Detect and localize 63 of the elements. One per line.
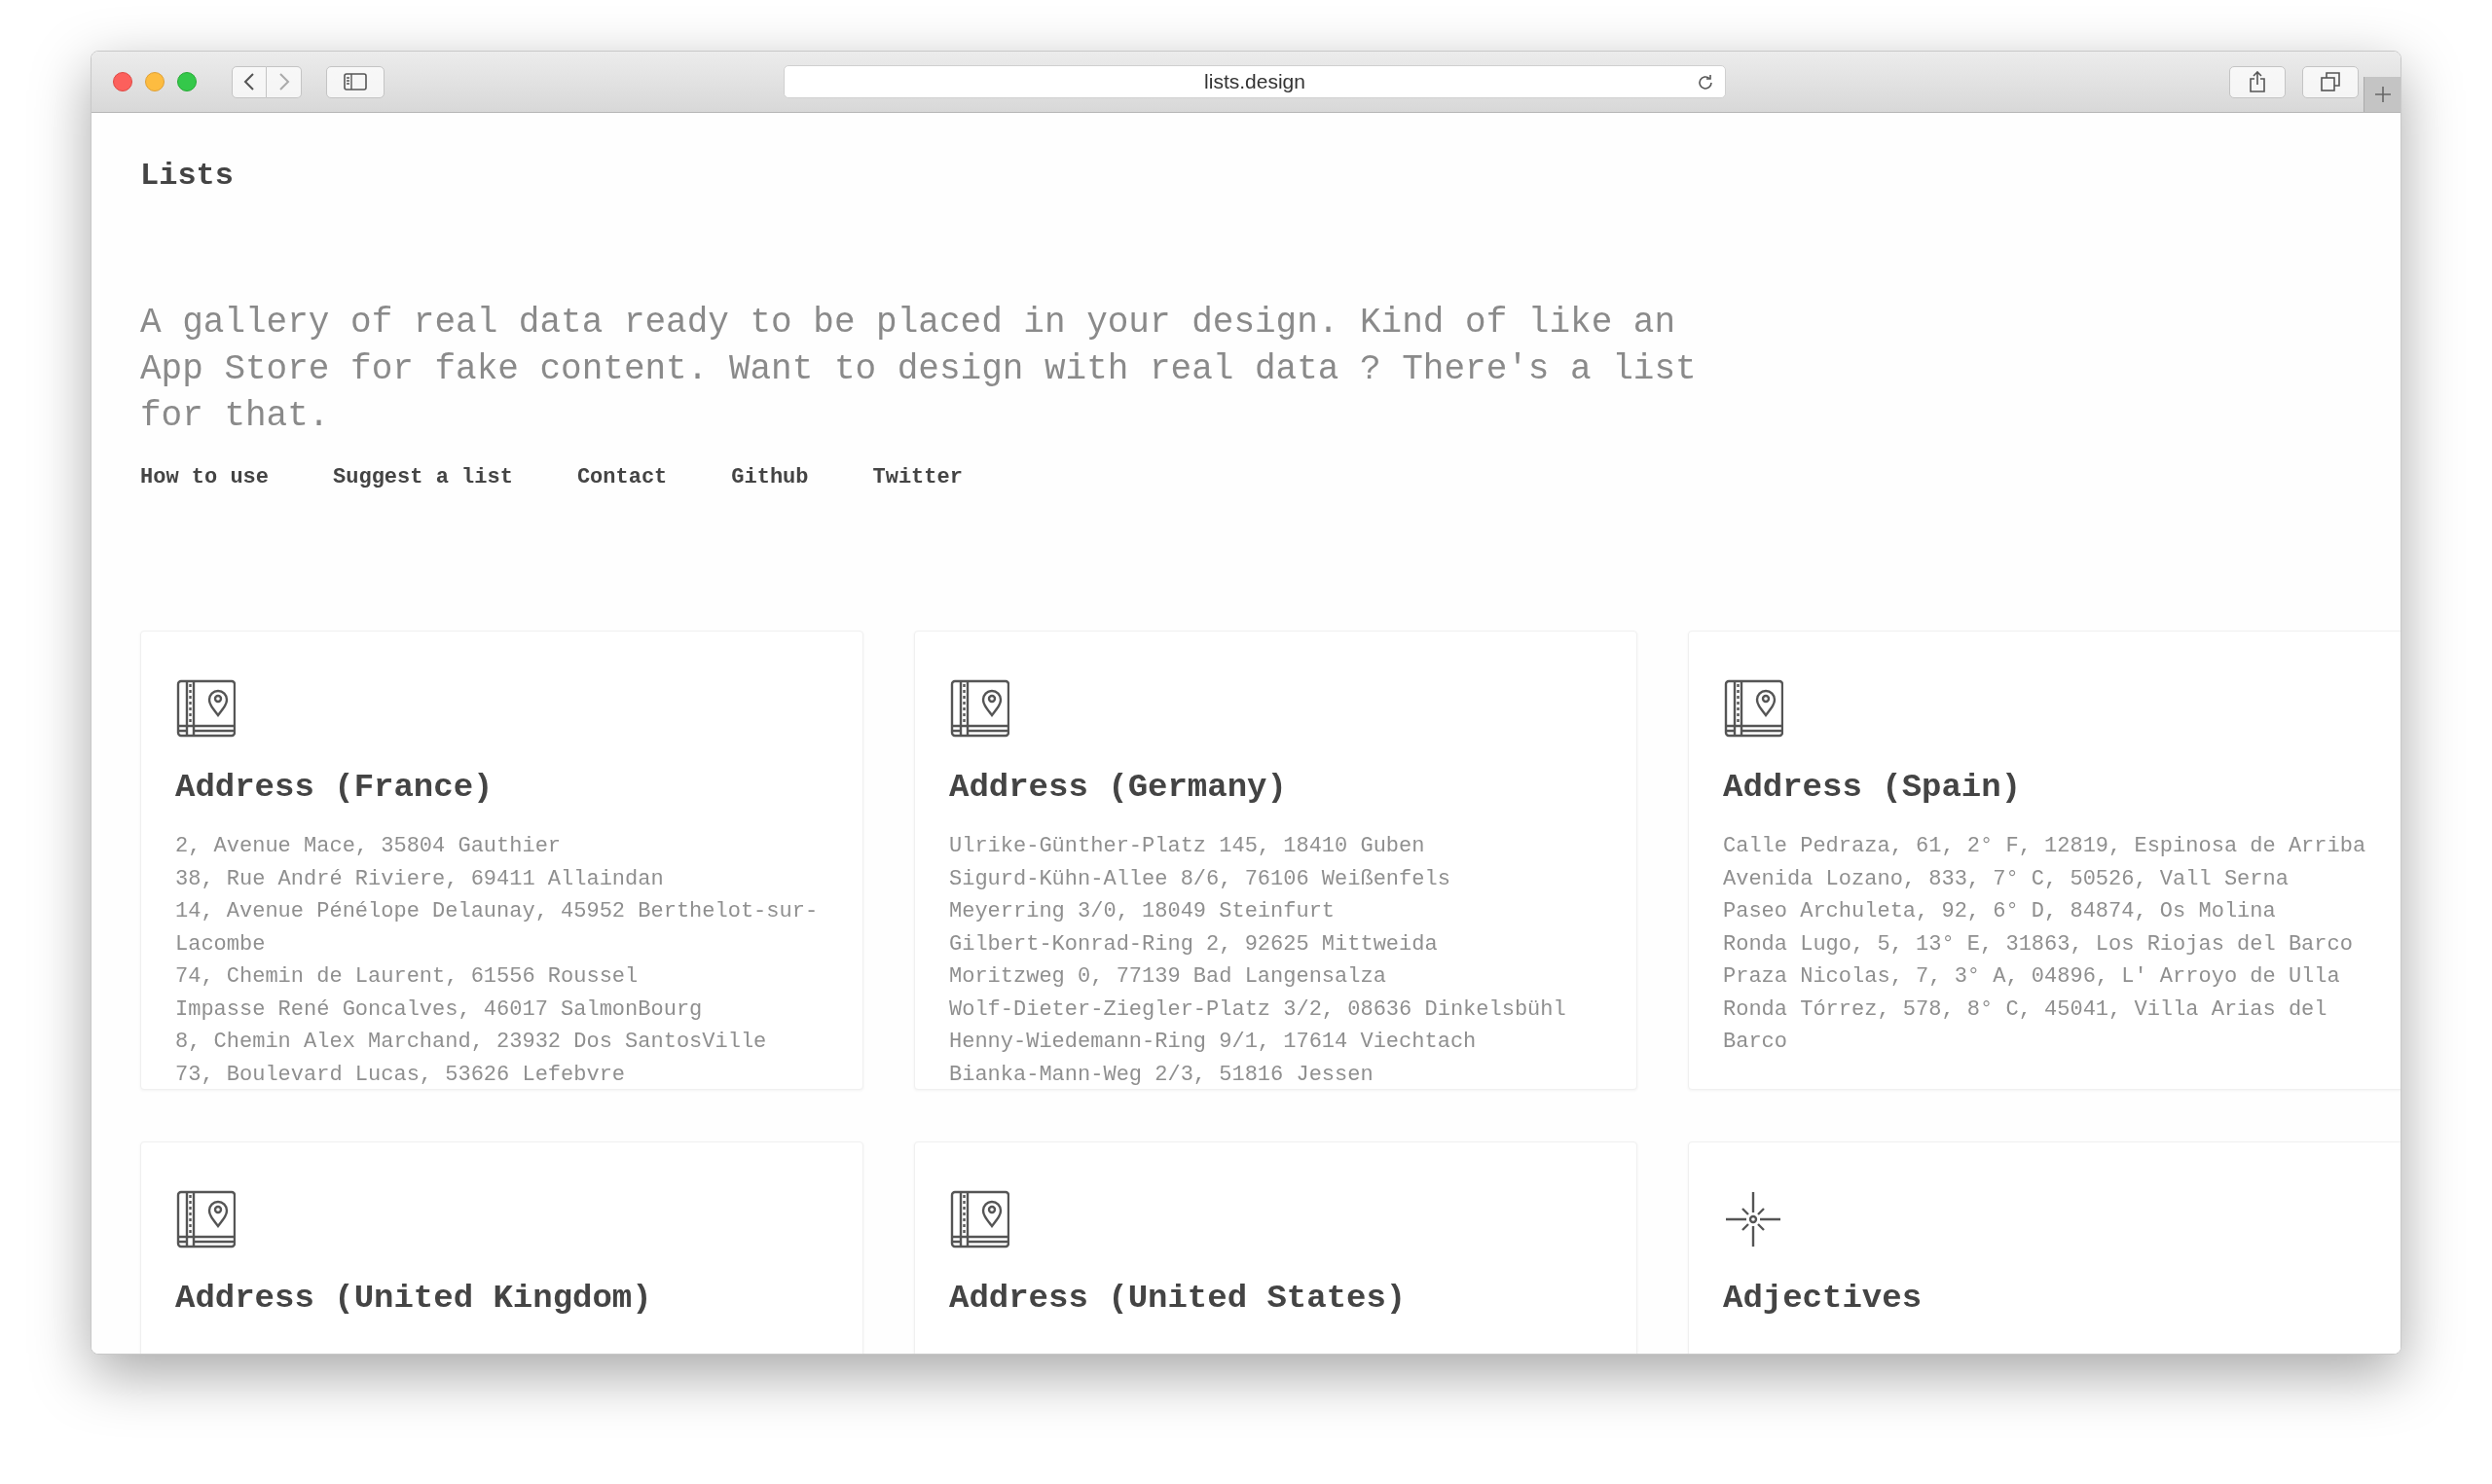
site-description: A gallery of real data ready to be placed in your design. Kind of like an App Store for fake content. Want to design with real data ? There's a list for that. bbox=[140, 302, 1698, 438]
address-book-icon bbox=[949, 678, 1009, 739]
address-line: Ulrike-Günther-Platz 145, 18410 Guben bbox=[949, 833, 1426, 860]
nav-link[interactable]: Suggest a list bbox=[333, 463, 513, 492]
list-card[interactable]: Adjectives bbox=[1688, 1141, 2400, 1354]
url-text: lists.design bbox=[1204, 69, 1305, 95]
card-title: Address (Spain) bbox=[1723, 768, 2023, 808]
card-title: Adjectives bbox=[1723, 1279, 1924, 1319]
address-bar[interactable]: lists.design bbox=[784, 65, 1726, 98]
address-book-icon bbox=[1723, 678, 1783, 739]
address-book-icon bbox=[175, 1189, 236, 1249]
address-line: Henny-Wiedemann-Ring 9/1, 17614 Viechtach bbox=[949, 1029, 1478, 1056]
sidebar-button[interactable] bbox=[326, 65, 385, 98]
maximize-button[interactable] bbox=[177, 72, 197, 91]
card-title: Address (United Kingdom) bbox=[175, 1279, 653, 1319]
list-card[interactable]: Address (United States) bbox=[914, 1141, 1637, 1354]
list-card[interactable]: Address (United Kingdom) bbox=[140, 1141, 863, 1354]
address-line: Impasse René Goncalves, 46017 SalmonBourg bbox=[175, 995, 704, 1024]
card-title: Address (United States) bbox=[949, 1279, 1408, 1319]
share-button[interactable] bbox=[2229, 65, 2286, 98]
sidebar-icon bbox=[344, 73, 367, 90]
address-line: 2, Avenue Mace, 35804 Gauthier bbox=[175, 833, 563, 860]
tabs-button[interactable] bbox=[2302, 65, 2359, 98]
nav-link[interactable]: Twitter bbox=[872, 463, 963, 492]
minimize-button[interactable] bbox=[145, 72, 165, 91]
close-button[interactable] bbox=[113, 72, 132, 91]
address-line: Bianka-Mann-Weg 2/3, 51816 Jessen bbox=[949, 1061, 1374, 1089]
plus-icon bbox=[2373, 86, 2392, 103]
back-icon bbox=[243, 73, 255, 90]
address-book-icon bbox=[949, 1189, 1009, 1249]
address-book-icon bbox=[175, 678, 236, 739]
address-line: 8, Chemin Alex Marchand, 23932 Dos SantosVille bbox=[175, 1029, 768, 1056]
new-tab-button[interactable] bbox=[2364, 77, 2400, 112]
forward-icon bbox=[277, 73, 290, 90]
share-icon bbox=[2249, 71, 2266, 92]
nav-link[interactable]: Contact bbox=[576, 463, 668, 492]
address-line: 14, Avenue Pénélope Delaunay, 45952 Berthelot-sur-Lacombe bbox=[175, 898, 820, 959]
address-line: Calle Pedraza, 61, 2° F, 12819, Espinosa de Arriba bbox=[1723, 833, 2367, 860]
sparkle-icon bbox=[1723, 1189, 1783, 1249]
nav-link[interactable]: Github bbox=[731, 463, 809, 492]
list-card[interactable] bbox=[140, 631, 863, 1090]
address-line: Paseo Archuleta, 92, 6° D, 84874, Os Molina bbox=[1723, 898, 2277, 925]
address-line: Gilbert-Konrad-Ring 2, 92625 Mittweida bbox=[949, 930, 1439, 959]
tabs-icon bbox=[2321, 72, 2340, 91]
card-title: Address (Germany) bbox=[949, 768, 1288, 808]
card-title: Address (France) bbox=[175, 768, 495, 808]
address-line: Ronda Tórrez, 578, 8° C, 45041, Villa Arias del Barco bbox=[1723, 995, 2328, 1056]
address-line: Wolf-Dieter-Ziegler-Platz 3/2, 08636 Dinkelsbühl bbox=[949, 995, 1567, 1024]
address-line: 38, Rue André Riviere, 69411 Allaindan bbox=[175, 865, 665, 893]
back-button[interactable] bbox=[232, 65, 267, 98]
address-line: Moritzweg 0, 77139 Bad Langensalza bbox=[949, 963, 1387, 991]
address-line: Meyerring 3/0, 18049 Steinfurt bbox=[949, 898, 1337, 925]
nav-link[interactable]: How to use bbox=[140, 463, 270, 492]
address-line: Sigurd-Kühn-Allee 8/6, 76106 Weißenfels bbox=[949, 865, 1451, 893]
address-line: 73, Boulevard Lucas, 53626 Lefebvre bbox=[175, 1061, 627, 1089]
address-line: Praza Nicolas, 7, 3° A, 04896, L' Arroyo de Ulla bbox=[1723, 963, 2341, 991]
site-logo[interactable]: Lists bbox=[140, 152, 2352, 200]
address-line: 74, Chemin de Laurent, 61556 Roussel bbox=[175, 963, 640, 991]
list-card[interactable] bbox=[914, 631, 1637, 1090]
address-line: Ronda Lugo, 5, 13° E, 31863, Los Riojas del Barco bbox=[1723, 930, 2354, 959]
reload-icon[interactable] bbox=[1696, 73, 1715, 92]
list-card[interactable] bbox=[1688, 631, 2400, 1090]
address-line: Avenida Lozano, 833, 7° C, 50526, Vall Serna bbox=[1723, 865, 2290, 893]
